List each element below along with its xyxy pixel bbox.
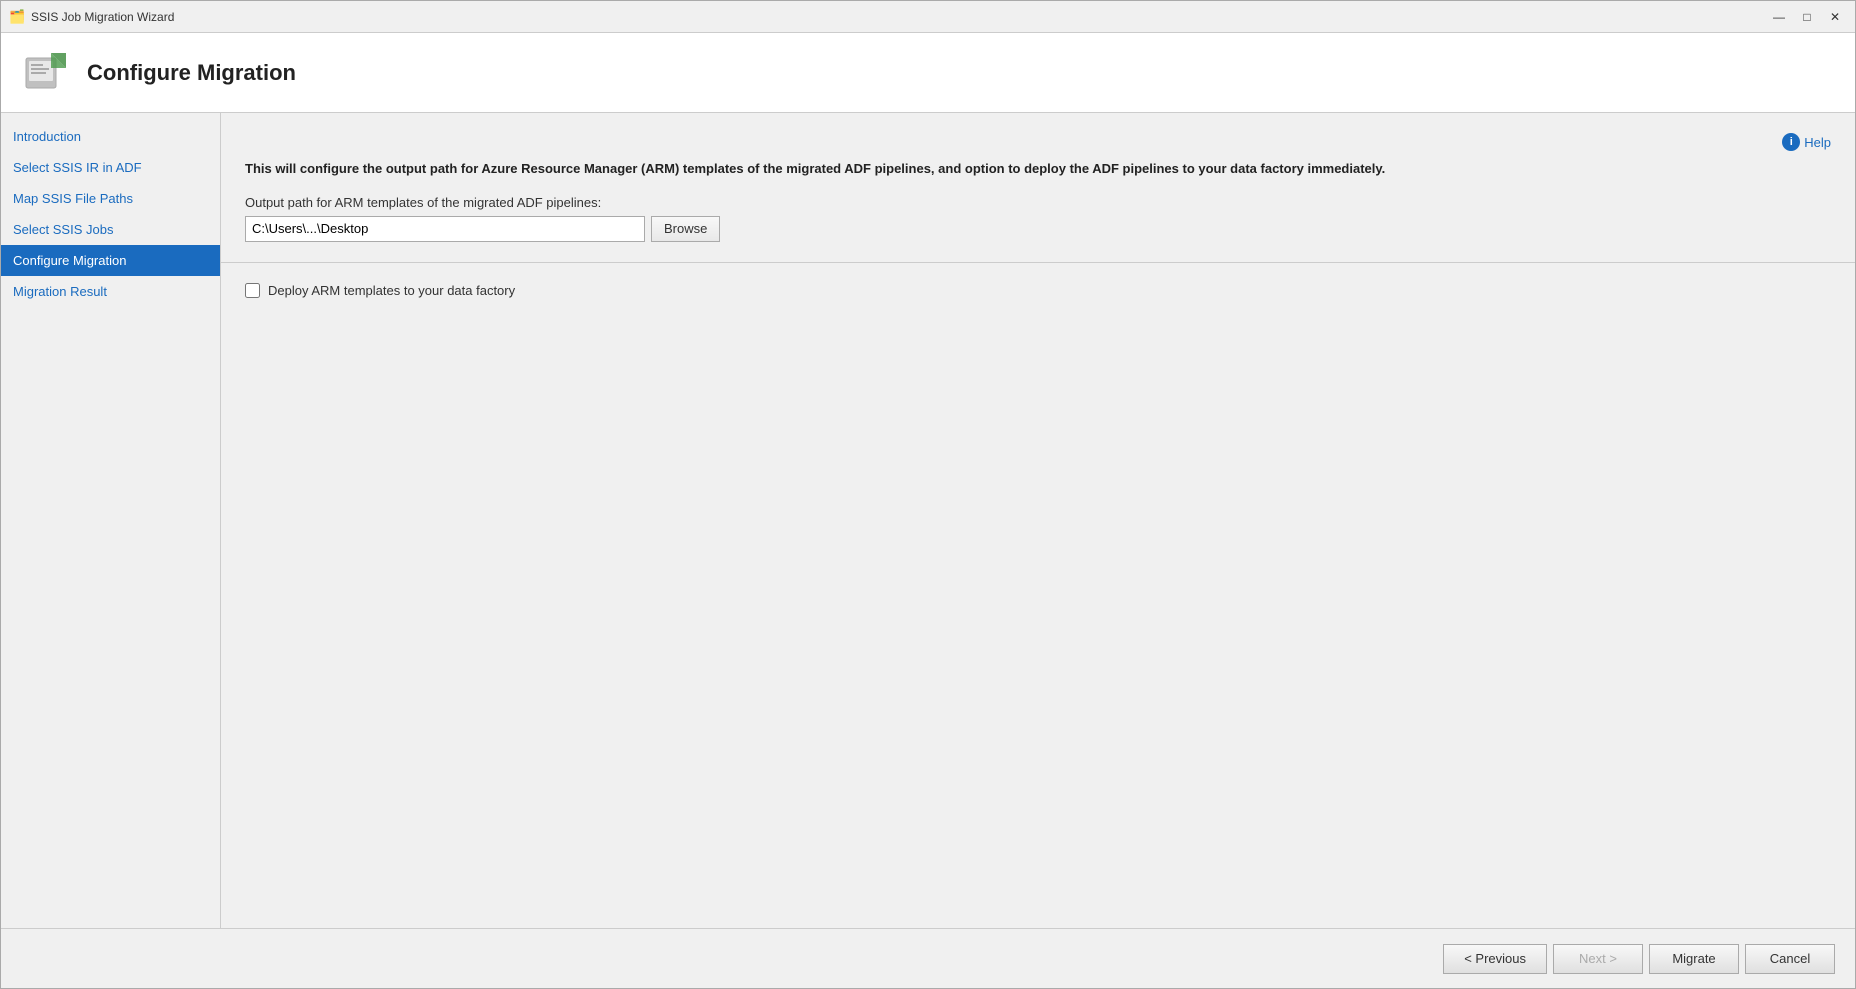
sidebar-item-map-ssis-paths[interactable]: Map SSIS File Paths [1, 183, 220, 214]
output-label: Output path for ARM templates of the mig… [245, 195, 1831, 210]
help-button[interactable]: i Help [1782, 133, 1831, 151]
deploy-checkbox[interactable] [245, 283, 260, 298]
cancel-button[interactable]: Cancel [1745, 944, 1835, 974]
title-bar-left: 🗂️ SSIS Job Migration Wizard [9, 9, 174, 25]
browse-button[interactable]: Browse [651, 216, 720, 242]
main-window: 🗂️ SSIS Job Migration Wizard — □ ✕ Confi… [0, 0, 1856, 989]
help-label: Help [1804, 135, 1831, 150]
description-text: This will configure the output path for … [245, 159, 1831, 179]
footer: < Previous Next > Migrate Cancel [1, 928, 1855, 988]
page-title: Configure Migration [87, 60, 296, 86]
page-header: Configure Migration [1, 33, 1855, 113]
output-path-row: Browse [245, 216, 1831, 242]
sidebar-item-introduction[interactable]: Introduction [1, 121, 220, 152]
migrate-button[interactable]: Migrate [1649, 944, 1739, 974]
sidebar-item-select-ssis-jobs[interactable]: Select SSIS Jobs [1, 214, 220, 245]
deploy-checkbox-label: Deploy ARM templates to your data factor… [268, 283, 515, 298]
app-icon: 🗂️ [9, 9, 25, 25]
deploy-checkbox-row: Deploy ARM templates to your data factor… [245, 283, 1831, 298]
help-icon: i [1782, 133, 1800, 151]
maximize-button[interactable]: □ [1795, 7, 1819, 27]
title-bar: 🗂️ SSIS Job Migration Wizard — □ ✕ [1, 1, 1855, 33]
header-icon [21, 48, 71, 98]
title-bar-text: SSIS Job Migration Wizard [31, 10, 174, 24]
content-area: i Help This will configure the output pa… [221, 113, 1855, 928]
previous-button[interactable]: < Previous [1443, 944, 1547, 974]
sidebar-item-configure-migration[interactable]: Configure Migration [1, 245, 220, 276]
separator [221, 262, 1855, 263]
sidebar-item-select-ssis-ir[interactable]: Select SSIS IR in ADF [1, 152, 220, 183]
minimize-button[interactable]: — [1767, 7, 1791, 27]
help-link-container: i Help [245, 133, 1831, 151]
sidebar-item-migration-result[interactable]: Migration Result [1, 276, 220, 307]
close-button[interactable]: ✕ [1823, 7, 1847, 27]
sidebar: Introduction Select SSIS IR in ADF Map S… [1, 113, 221, 928]
main-area: Introduction Select SSIS IR in ADF Map S… [1, 113, 1855, 928]
path-input[interactable] [245, 216, 645, 242]
title-bar-controls: — □ ✕ [1767, 7, 1847, 27]
next-button[interactable]: Next > [1553, 944, 1643, 974]
